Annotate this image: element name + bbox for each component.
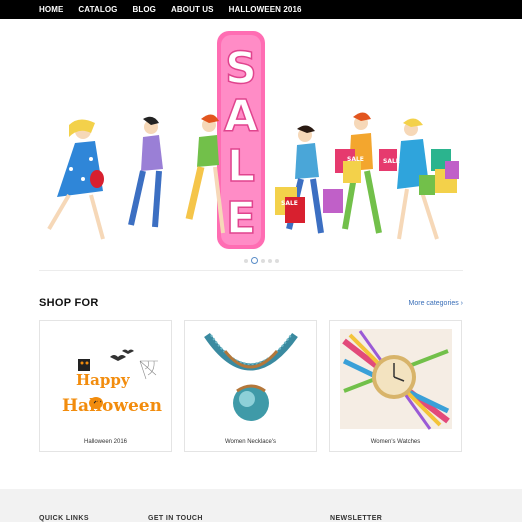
- category-image: [330, 321, 461, 436]
- nav-halloween-2016[interactable]: HALLOWEEN 2016: [229, 5, 302, 14]
- black-cat-icon: [78, 359, 90, 371]
- sale-letters: S A L E: [217, 31, 265, 249]
- more-categories-link[interactable]: More categories ›: [409, 300, 463, 307]
- bag-tag: SALE: [443, 136, 460, 143]
- top-navigation: HOME CATALOG BLOG ABOUT US HALLOWEEN 201…: [0, 0, 522, 19]
- happy-text: Happy: [76, 371, 131, 389]
- hero-slider[interactable]: S A L E SALE SALE SALE SALE: [39, 19, 463, 255]
- slider-dot-active[interactable]: [250, 257, 258, 264]
- slider-dot[interactable]: [260, 258, 265, 263]
- category-label[interactable]: Halloween 2016: [40, 439, 171, 445]
- sale-letter-a: A: [224, 91, 258, 142]
- bag-tag: SALE: [383, 158, 400, 165]
- nav-catalog[interactable]: CATALOG: [78, 5, 117, 14]
- shopper-figure: [47, 119, 105, 240]
- happy-halloween-art: Happy Halloween: [62, 349, 162, 416]
- slider-dot[interactable]: [267, 258, 272, 263]
- watch-image: [340, 329, 452, 430]
- shopper-figure: [275, 125, 343, 234]
- necklace-image: [204, 332, 298, 421]
- category-label[interactable]: Women Necklace's: [185, 439, 316, 445]
- category-card-necklace[interactable]: Women Necklace's: [184, 320, 317, 452]
- shop-for-title: SHOP FOR: [39, 297, 99, 309]
- spider-web-icon: [139, 360, 158, 380]
- nav-blog[interactable]: BLOG: [132, 5, 156, 14]
- bat-icon: [110, 349, 134, 361]
- footer-heading-quick-links: QUICK LINKS: [39, 515, 89, 522]
- category-image: [185, 321, 316, 436]
- bag-tag: SALE: [281, 200, 298, 207]
- category-card-watches[interactable]: Women's Watches: [329, 320, 462, 452]
- sale-letter-s: S: [225, 43, 257, 94]
- bag-tag: SALE: [347, 156, 364, 163]
- sale-letter-e: E: [226, 193, 256, 244]
- site-footer: QUICK LINKS GET IN TOUCH NEWSLETTER: [0, 489, 522, 522]
- nav-home[interactable]: HOME: [39, 5, 63, 14]
- slider-pagination: [0, 257, 522, 264]
- halloween-text: Halloween: [62, 396, 162, 416]
- nav-about-us[interactable]: ABOUT US: [171, 5, 214, 14]
- slider-dot[interactable]: [243, 258, 248, 263]
- category-label[interactable]: Women's Watches: [330, 439, 461, 445]
- slider-dot[interactable]: [274, 258, 279, 263]
- sale-banner-image: S A L E SALE SALE SALE SALE: [47, 31, 460, 249]
- category-card-halloween[interactable]: Happy Halloween Halloween 2016: [39, 320, 172, 452]
- footer-heading-newsletter: NEWSLETTER: [330, 515, 383, 522]
- footer-heading-get-in-touch: GET IN TOUCH: [148, 515, 203, 522]
- shopper-figure: [128, 116, 163, 228]
- category-image: Happy Halloween: [40, 321, 171, 436]
- sale-letter-l: L: [227, 141, 255, 192]
- shopper-figure: [335, 112, 382, 234]
- section-divider: [39, 270, 463, 271]
